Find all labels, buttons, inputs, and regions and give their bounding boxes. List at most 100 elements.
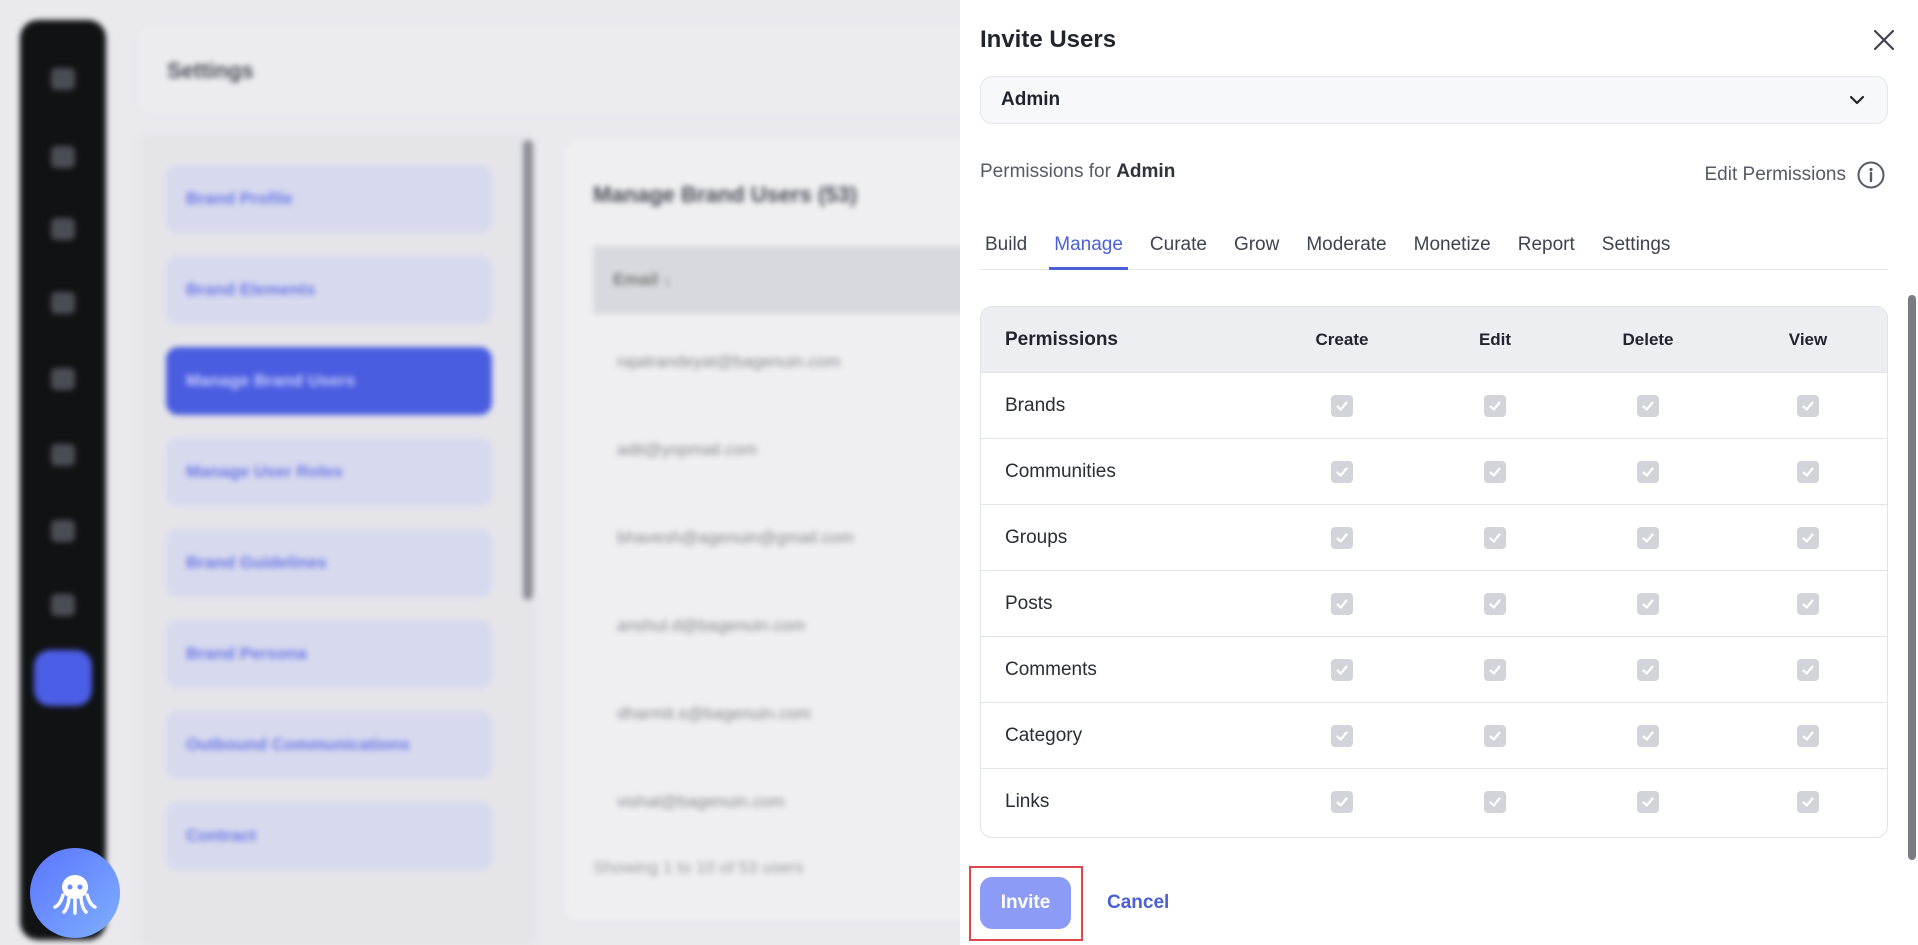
permissions-table-header: Permissions Create Edit Delete View: [981, 307, 1887, 373]
checkbox-checked-icon: [1802, 533, 1814, 543]
tab-report[interactable]: Report: [1513, 225, 1580, 270]
checkbox-view[interactable]: [1797, 659, 1819, 681]
chevron-down-icon: [1849, 95, 1865, 105]
permissions-for-role: Admin: [1116, 161, 1176, 182]
checkbox-edit[interactable]: [1484, 593, 1506, 615]
checkbox-view[interactable]: [1797, 395, 1819, 417]
bg-email: anshul.d@bagenuin.com: [617, 616, 806, 635]
checkbox-delete[interactable]: [1637, 593, 1659, 615]
octopus-icon: [53, 875, 97, 915]
invite-users-drawer: Invite Users Admin Permissions for Admin…: [960, 0, 1918, 945]
checkbox-checked-icon: [1489, 599, 1501, 609]
bg-sidebar-item: Brand Guidelines: [166, 529, 492, 597]
drawer-scrollbar[interactable]: [1908, 295, 1916, 860]
app-rail: [20, 20, 106, 940]
checkbox-delete[interactable]: [1637, 395, 1659, 417]
checkbox-view[interactable]: [1797, 461, 1819, 483]
checkbox-checked-icon: [1642, 599, 1654, 609]
tab-build[interactable]: Build: [980, 225, 1032, 270]
checkbox-checked-icon: [1642, 401, 1654, 411]
column-header-edit: Edit: [1478, 330, 1512, 349]
checkbox-edit[interactable]: [1484, 659, 1506, 681]
drawer-title: Invite Users: [980, 26, 1117, 53]
checkbox-view[interactable]: [1797, 527, 1819, 549]
bg-sidebar-item: Brand Profile: [166, 165, 492, 233]
checkbox-view[interactable]: [1797, 725, 1819, 747]
permission-row: Brands: [981, 373, 1887, 439]
checkbox-view[interactable]: [1797, 593, 1819, 615]
tab-grow[interactable]: Grow: [1229, 225, 1284, 270]
checkbox-edit[interactable]: [1484, 395, 1506, 417]
assistant-fab[interactable]: [30, 848, 120, 938]
rail-icon: [51, 444, 75, 466]
rail-icon: [51, 368, 75, 390]
invite-button[interactable]: Invite: [980, 877, 1071, 929]
checkbox-create[interactable]: [1331, 395, 1353, 417]
checkbox-delete[interactable]: [1637, 725, 1659, 747]
bg-sidebar-item: Contract: [166, 802, 492, 870]
checkbox-checked-icon: [1802, 665, 1814, 675]
checkbox-delete[interactable]: [1637, 527, 1659, 549]
checkbox-checked-icon: [1642, 665, 1654, 675]
bg-users-title: Manage Brand Users (53): [593, 182, 858, 207]
checkbox-checked-icon: [1802, 731, 1814, 741]
checkbox-create[interactable]: [1331, 659, 1353, 681]
bg-email: rajatrandeyat@bagenuin.com: [617, 352, 841, 371]
checkbox-create[interactable]: [1331, 791, 1353, 813]
checkbox-edit[interactable]: [1484, 527, 1506, 549]
bg-email: dharmit.s@bagenuin.com: [617, 704, 811, 723]
close-button[interactable]: [1866, 22, 1902, 58]
bg-settings-sidebar: Brand Profile Brand Elements Manage Bran…: [140, 135, 535, 945]
checkbox-create[interactable]: [1331, 593, 1353, 615]
rail-icon: [51, 594, 75, 616]
checkbox-view[interactable]: [1797, 791, 1819, 813]
permissions-for-label: Permissions for Admin: [980, 161, 1175, 183]
bg-email: adit@yopmail.com: [617, 440, 758, 459]
permission-category-tabs: Build Manage Curate Grow Moderate Moneti…: [980, 225, 1888, 270]
tab-moderate[interactable]: Moderate: [1301, 225, 1391, 270]
bg-header-title: Settings: [167, 58, 254, 83]
tab-monetize[interactable]: Monetize: [1409, 225, 1496, 270]
permissions-for-text: Permissions for: [980, 161, 1111, 182]
edit-permissions-link[interactable]: Edit Permissions: [1705, 160, 1887, 190]
checkbox-create[interactable]: [1331, 461, 1353, 483]
tab-manage[interactable]: Manage: [1049, 225, 1128, 270]
checkbox-edit[interactable]: [1484, 461, 1506, 483]
bg-sidebar-item-active: Manage Brand Users: [166, 347, 492, 415]
checkbox-delete[interactable]: [1637, 791, 1659, 813]
checkbox-checked-icon: [1489, 533, 1501, 543]
checkbox-checked-icon: [1336, 797, 1348, 807]
bg-sidebar-item: Brand Elements: [166, 256, 492, 324]
checkbox-checked-icon: [1336, 599, 1348, 609]
bg-footer-text: Showing 1 to 10 of 53 users: [593, 858, 804, 877]
permission-row: Links: [981, 769, 1887, 835]
checkbox-checked-icon: [1489, 401, 1501, 411]
cancel-button[interactable]: Cancel: [1107, 892, 1169, 914]
permissions-table: Permissions Create Edit Delete View Bran…: [980, 306, 1888, 838]
column-header-permissions: Permissions: [1005, 329, 1118, 350]
rail-icon: [51, 218, 75, 240]
info-icon[interactable]: [1856, 160, 1886, 190]
checkbox-create[interactable]: [1331, 527, 1353, 549]
checkbox-checked-icon: [1336, 731, 1348, 741]
checkbox-delete[interactable]: [1637, 659, 1659, 681]
checkbox-edit[interactable]: [1484, 725, 1506, 747]
rail-icon: [51, 292, 75, 314]
close-icon: [1873, 29, 1895, 51]
bg-email: bhavesh@agenuin@gmail.com: [617, 528, 854, 547]
checkbox-delete[interactable]: [1637, 461, 1659, 483]
column-header-create: Create: [1315, 330, 1369, 349]
checkbox-create[interactable]: [1331, 725, 1353, 747]
checkbox-checked-icon: [1336, 467, 1348, 477]
role-select[interactable]: Admin: [980, 76, 1888, 124]
tab-curate[interactable]: Curate: [1145, 225, 1212, 270]
permission-name: Comments: [1005, 659, 1097, 680]
checkbox-checked-icon: [1336, 533, 1348, 543]
checkbox-edit[interactable]: [1484, 791, 1506, 813]
tab-settings[interactable]: Settings: [1597, 225, 1676, 270]
column-header-delete: Delete: [1622, 330, 1674, 349]
bg-sidebar-item: Outbound Communications: [166, 711, 492, 779]
permission-name: Communities: [1005, 461, 1116, 482]
permission-name: Links: [1005, 791, 1050, 812]
checkbox-checked-icon: [1642, 731, 1654, 741]
